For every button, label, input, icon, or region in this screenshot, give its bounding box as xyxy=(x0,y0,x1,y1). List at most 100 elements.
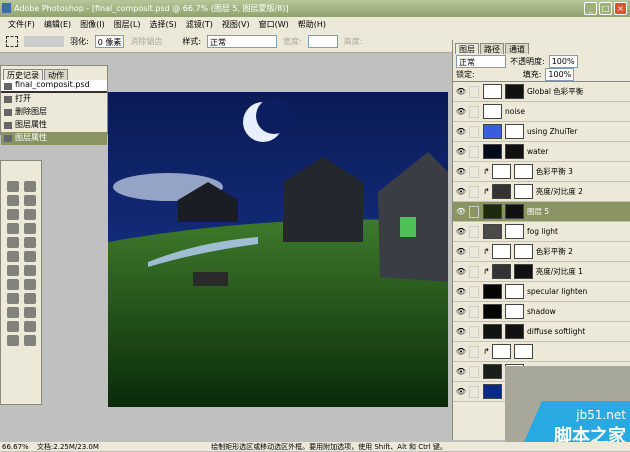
link-toggle[interactable] xyxy=(469,285,479,298)
menu-item[interactable]: 文件(F) xyxy=(8,19,35,31)
layer-row[interactable]: 👁 ↱ 色彩平衡 2 xyxy=(453,242,630,262)
menu-item[interactable]: 图像(I) xyxy=(80,19,105,31)
menu-item[interactable]: 视图(V) xyxy=(222,19,250,31)
link-toggle[interactable] xyxy=(469,85,479,98)
layer-row[interactable]: 👁 fog light xyxy=(453,222,630,242)
menu-item[interactable]: 窗口(W) xyxy=(259,19,289,31)
layer-row[interactable]: 👁 ↱ xyxy=(453,342,630,362)
history-tab[interactable]: 历史记录 xyxy=(3,69,43,80)
link-toggle[interactable] xyxy=(469,205,479,218)
document-canvas[interactable] xyxy=(108,92,448,407)
link-toggle[interactable] xyxy=(469,125,479,138)
tool-icon[interactable] xyxy=(24,181,36,192)
fill-input[interactable]: 100% xyxy=(545,68,575,81)
layers-tab[interactable]: 通道 xyxy=(505,43,529,54)
history-item[interactable]: 删除图层 xyxy=(1,106,107,119)
link-toggle[interactable] xyxy=(469,165,479,178)
width-input[interactable] xyxy=(307,35,338,48)
tool-icon[interactable] xyxy=(24,209,36,220)
close-button[interactable]: × xyxy=(614,2,627,15)
menu-item[interactable]: 选择(S) xyxy=(149,19,176,31)
eye-icon[interactable]: 👁 xyxy=(453,367,469,376)
eye-icon[interactable]: 👁 xyxy=(453,327,469,336)
tool-icon[interactable] xyxy=(7,223,19,234)
eye-icon[interactable]: 👁 xyxy=(453,207,469,216)
link-toggle[interactable] xyxy=(469,265,479,278)
tool-icon[interactable] xyxy=(7,307,19,318)
antialias-checkbox[interactable]: 消除锯齿 xyxy=(130,36,162,47)
tool-icon[interactable] xyxy=(24,293,36,304)
eye-icon[interactable]: 👁 xyxy=(453,347,469,356)
eye-icon[interactable]: 👁 xyxy=(453,147,469,156)
layer-row[interactable]: 👁 water xyxy=(453,142,630,162)
eye-icon[interactable]: 👁 xyxy=(453,387,469,396)
tool-icon[interactable] xyxy=(7,335,19,346)
tool-icon[interactable] xyxy=(24,265,36,276)
layers-tab[interactable]: 路径 xyxy=(480,43,504,54)
tool-icon[interactable] xyxy=(7,195,19,206)
tool-icon[interactable] xyxy=(7,181,19,192)
history-tab[interactable]: 动作 xyxy=(44,69,68,80)
eye-icon[interactable]: 👁 xyxy=(453,107,469,116)
menu-item[interactable]: 滤镜(T) xyxy=(186,19,213,31)
tool-icon[interactable] xyxy=(24,279,36,290)
tool-icon[interactable] xyxy=(24,237,36,248)
tool-icon[interactable] xyxy=(7,209,19,220)
marquee-tool-icon[interactable] xyxy=(6,36,18,47)
tool-icon[interactable] xyxy=(24,321,36,332)
link-toggle[interactable] xyxy=(469,225,479,238)
eye-icon[interactable]: 👁 xyxy=(453,87,469,96)
eye-icon[interactable]: 👁 xyxy=(453,247,469,256)
eye-icon[interactable]: 👁 xyxy=(453,127,469,136)
tool-icon[interactable] xyxy=(7,293,19,304)
tool-icon[interactable] xyxy=(7,265,19,276)
layer-row[interactable]: 👁 noise xyxy=(453,102,630,122)
eye-icon[interactable]: 👁 xyxy=(453,307,469,316)
link-toggle[interactable] xyxy=(469,365,479,378)
menu-item[interactable]: 帮助(H) xyxy=(298,19,326,31)
tool-icon[interactable] xyxy=(7,237,19,248)
tool-icon[interactable] xyxy=(24,251,36,262)
layer-row[interactable]: 👁 图层 5 xyxy=(453,202,630,222)
history-item[interactable]: 图层属性 xyxy=(1,119,107,132)
link-toggle[interactable] xyxy=(469,385,479,398)
layer-row[interactable]: 👁 ↱ 亮度/对比度 1 xyxy=(453,262,630,282)
tool-icon[interactable] xyxy=(7,279,19,290)
eye-icon[interactable]: 👁 xyxy=(453,227,469,236)
link-toggle[interactable] xyxy=(469,345,479,358)
history-snapshot[interactable]: final_composit.psd xyxy=(1,80,107,93)
layer-row[interactable]: 👁 diffuse softlight xyxy=(453,322,630,342)
link-toggle[interactable] xyxy=(469,145,479,158)
link-toggle[interactable] xyxy=(469,105,479,118)
link-toggle[interactable] xyxy=(469,185,479,198)
tool-icon[interactable] xyxy=(7,251,19,262)
link-toggle[interactable] xyxy=(469,325,479,338)
eye-icon[interactable]: 👁 xyxy=(453,167,469,176)
link-toggle[interactable] xyxy=(469,245,479,258)
history-item[interactable]: 打开 xyxy=(1,93,107,106)
tool-icon[interactable] xyxy=(24,223,36,234)
layer-row[interactable]: 👁 using ZhuiTer xyxy=(453,122,630,142)
eye-icon[interactable]: 👁 xyxy=(453,187,469,196)
layer-row[interactable]: 👁 ↱ 亮度/对比度 2 xyxy=(453,182,630,202)
tool-icon[interactable] xyxy=(24,195,36,206)
layers-tab[interactable]: 图层 xyxy=(455,43,479,54)
selection-mode-icons[interactable] xyxy=(24,36,64,47)
blend-mode-select[interactable]: 正常 xyxy=(456,54,506,68)
menu-item[interactable]: 编辑(E) xyxy=(44,19,71,31)
zoom-level[interactable]: 66.67% xyxy=(2,443,29,451)
minimize-button[interactable]: _ xyxy=(584,2,597,15)
tool-icon[interactable] xyxy=(24,335,36,346)
layer-row[interactable]: 👁 specular lighten xyxy=(453,282,630,302)
style-select[interactable]: 正常 xyxy=(207,35,278,48)
menu-item[interactable]: 图层(L) xyxy=(114,19,141,31)
tool-icon[interactable] xyxy=(24,307,36,318)
layer-row[interactable]: 👁 ↱ 色彩平衡 3 xyxy=(453,162,630,182)
maximize-button[interactable]: □ xyxy=(599,2,612,15)
tool-icon[interactable] xyxy=(7,321,19,332)
feather-input[interactable]: 0 像素 xyxy=(94,35,125,48)
eye-icon[interactable]: 👁 xyxy=(453,287,469,296)
layer-row[interactable]: 👁 Global 色彩平衡 xyxy=(453,82,630,102)
history-item[interactable]: 图层属性 xyxy=(1,132,107,145)
link-toggle[interactable] xyxy=(469,305,479,318)
